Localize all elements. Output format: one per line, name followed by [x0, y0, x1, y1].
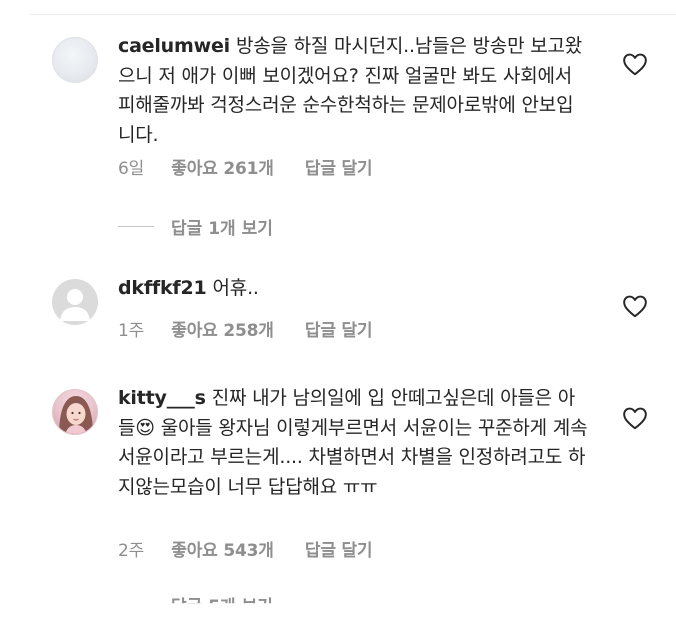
- view-replies-button[interactable]: 답글 1개 보기: [118, 214, 273, 239]
- comment-body: caelumwei 방송을 하질 마시던지..남들은 방송만 보고왔으니 저 애가…: [118, 32, 588, 150]
- comment-body: dkffkf21 어휴..: [118, 274, 588, 304]
- comment-username[interactable]: kitty___s: [118, 387, 206, 409]
- comment-meta: 6일 좋아요 261개 답글 달기: [118, 154, 373, 179]
- view-replies-label: 답글 1개 보기: [171, 219, 273, 239]
- view-replies-label: 답글 5개 보기: [171, 597, 273, 617]
- comment-meta: 1주 좋아요 258개 답글 달기: [118, 316, 373, 341]
- avatar[interactable]: [52, 389, 98, 435]
- heart-outline-icon[interactable]: [622, 52, 648, 76]
- heart-outline-icon[interactable]: [622, 294, 648, 318]
- avatar[interactable]: [52, 37, 98, 83]
- reply-button[interactable]: 답글 달기: [305, 536, 373, 561]
- reply-button[interactable]: 답글 달기: [305, 316, 373, 341]
- comment-body: kitty___s 진짜 내가 남의일에 입 안떼고싶은데 아들은 아들😍 울아들…: [118, 384, 588, 502]
- default-avatar-icon: [60, 289, 90, 321]
- profile-photo: [59, 396, 93, 434]
- likes-count[interactable]: 좋아요 543개: [171, 536, 274, 561]
- comment-username[interactable]: dkffkf21: [118, 277, 207, 299]
- comment-time[interactable]: 6일: [118, 154, 144, 179]
- replies-divider-line: [118, 226, 154, 227]
- comment-meta: 2주 좋아요 543개 답글 달기: [118, 536, 373, 561]
- view-replies-button[interactable]: 답글 5개 보기: [118, 592, 273, 617]
- likes-count[interactable]: 좋아요 258개: [171, 316, 274, 341]
- reply-button[interactable]: 답글 달기: [305, 154, 373, 179]
- comment-time[interactable]: 1주: [118, 316, 144, 341]
- top-divider: [30, 14, 676, 15]
- likes-count[interactable]: 좋아요 261개: [171, 154, 274, 179]
- comment-time[interactable]: 2주: [118, 536, 144, 561]
- heart-outline-icon[interactable]: [622, 406, 648, 430]
- avatar[interactable]: [52, 279, 98, 325]
- comment-username[interactable]: caelumwei: [118, 35, 230, 57]
- comment-text: 어휴..: [212, 277, 259, 299]
